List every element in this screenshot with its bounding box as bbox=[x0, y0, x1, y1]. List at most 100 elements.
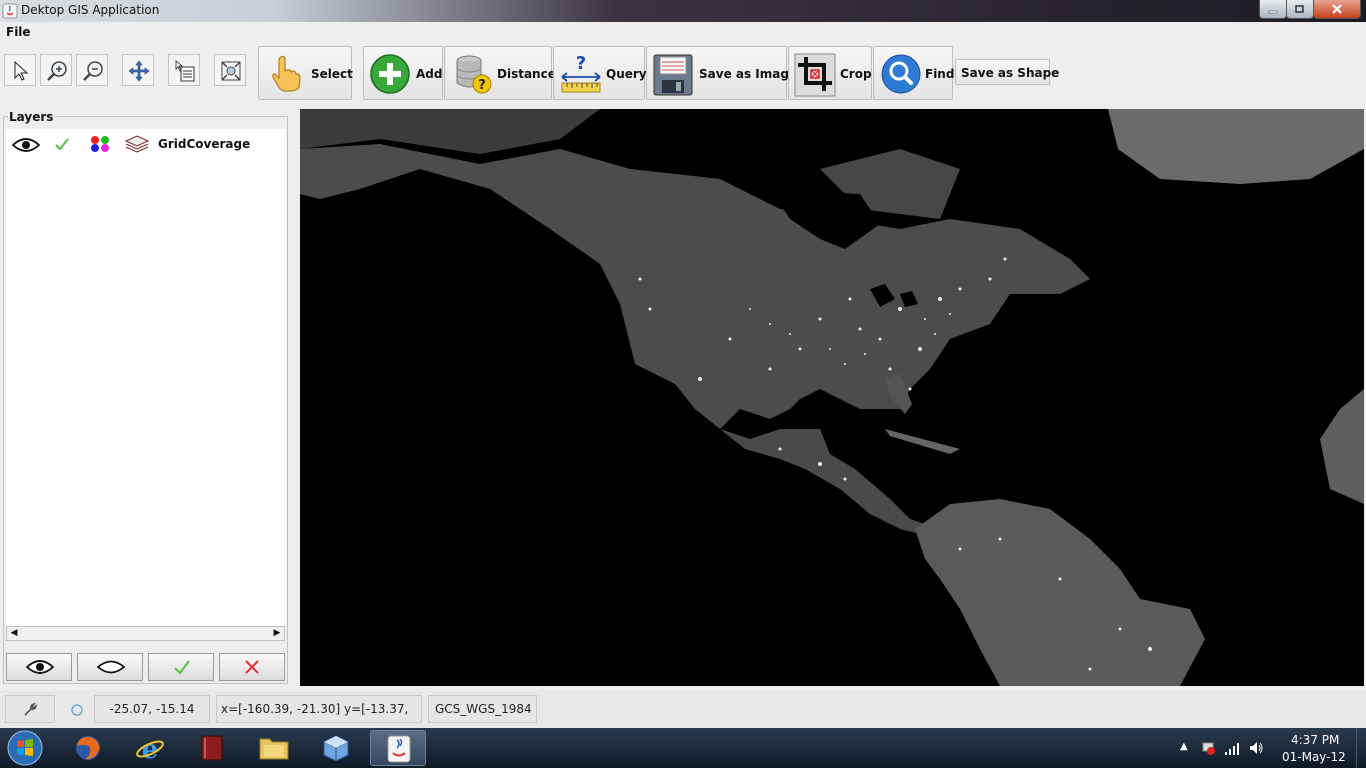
find-label: Find bbox=[925, 67, 955, 81]
book-icon bbox=[201, 735, 223, 761]
distance-button[interactable]: ? Distance bbox=[444, 46, 556, 100]
select-button[interactable]: Select bbox=[258, 46, 353, 100]
taskbar-book-app[interactable] bbox=[184, 730, 240, 766]
menu-bar: File bbox=[0, 22, 1366, 42]
show-desktop-button[interactable] bbox=[1356, 728, 1366, 768]
firefox-icon bbox=[76, 736, 100, 760]
close-button[interactable] bbox=[1313, 0, 1361, 19]
clock-date[interactable]: 01-May-12 bbox=[1282, 750, 1346, 764]
crop-label: Crop bbox=[840, 67, 872, 81]
save-as-image-button[interactable]: Save as Image bbox=[646, 46, 797, 100]
info-tool-button[interactable] bbox=[168, 54, 200, 86]
add-button[interactable]: Add bbox=[363, 46, 443, 100]
scroll-left-icon[interactable]: ◀ bbox=[8, 628, 20, 639]
layer-name: GridCoverage bbox=[158, 137, 251, 151]
add-plus-icon bbox=[370, 54, 410, 94]
taskbar-windows-explorer[interactable] bbox=[246, 730, 302, 766]
floppy-disk-icon bbox=[653, 54, 693, 96]
minimize-icon bbox=[1268, 10, 1278, 14]
map-extent: x=[-160.39, -21.30] y=[-13.37, 62.12] bbox=[216, 695, 422, 742]
add-label: Add bbox=[416, 67, 443, 81]
checkmark-icon bbox=[174, 660, 190, 675]
folder-icon bbox=[259, 738, 289, 760]
layers-panel: Layers GridCoverage ◀ ▶ bbox=[0, 108, 296, 688]
eye-icon bbox=[26, 660, 54, 674]
clock-time[interactable]: 4:37 PM bbox=[1291, 733, 1339, 747]
checkmark-icon[interactable] bbox=[54, 136, 70, 152]
restore-icon bbox=[1295, 5, 1304, 13]
title-bar: Dektop GIS Application bbox=[0, 0, 1366, 22]
menu-file[interactable]: File bbox=[6, 25, 31, 39]
settings-tool-box[interactable] bbox=[5, 695, 55, 723]
select-layer-button[interactable] bbox=[148, 653, 214, 681]
hand-pointer-icon bbox=[272, 55, 301, 92]
windows-start-icon[interactable] bbox=[4, 729, 46, 767]
cube-icon bbox=[323, 735, 349, 762]
save-as-shape-label: Save as Shape bbox=[961, 66, 1060, 80]
magnifier-search-icon bbox=[881, 54, 921, 94]
pan-icon bbox=[128, 60, 150, 82]
crop-icon bbox=[794, 53, 836, 97]
show-hidden-icons-icon[interactable]: ▲ bbox=[1180, 741, 1188, 752]
volume-icon[interactable] bbox=[1248, 740, 1264, 756]
save-as-image-label: Save as Image bbox=[699, 67, 798, 81]
hide-layer-button[interactable] bbox=[77, 653, 143, 681]
internet-explorer-icon: e bbox=[136, 735, 164, 762]
toolbar: Select Add ? Distance ? Query Save as Im… bbox=[0, 42, 1366, 104]
query-button[interactable]: ? Query bbox=[553, 46, 647, 100]
minimize-button[interactable] bbox=[1259, 0, 1287, 19]
maximize-button[interactable] bbox=[1286, 0, 1314, 19]
layer-stack-icon bbox=[124, 135, 150, 153]
database-query-icon: ? bbox=[456, 55, 492, 94]
full-extent-button[interactable] bbox=[214, 54, 246, 86]
wrench-icon bbox=[24, 702, 38, 716]
zoom-out-icon bbox=[83, 61, 103, 81]
svg-text:?: ? bbox=[576, 53, 586, 74]
svg-text:e: e bbox=[142, 735, 159, 762]
zoom-out-button[interactable] bbox=[76, 54, 108, 86]
taskbar-firefox[interactable] bbox=[60, 730, 116, 766]
scroll-right-icon[interactable]: ▶ bbox=[271, 628, 283, 639]
info-list-icon bbox=[175, 60, 195, 82]
ruler-query-icon: ? bbox=[561, 53, 601, 93]
find-button[interactable]: Find bbox=[873, 46, 955, 100]
layers-title: Layers bbox=[8, 110, 55, 124]
java-app-icon bbox=[2, 3, 18, 19]
zoom-in-icon bbox=[47, 61, 67, 81]
taskbar-virtualbox[interactable] bbox=[308, 730, 364, 766]
taskbar-internet-explorer[interactable]: e bbox=[122, 730, 178, 766]
map-canvas[interactable] bbox=[300, 109, 1364, 686]
close-icon bbox=[1332, 4, 1342, 14]
color-style-icon[interactable] bbox=[89, 135, 113, 153]
show-layer-button[interactable] bbox=[6, 653, 72, 681]
eye-visible-icon[interactable] bbox=[12, 137, 40, 153]
save-as-shape-button[interactable]: Save as Shape bbox=[955, 59, 1059, 85]
pan-button[interactable] bbox=[122, 54, 154, 86]
status-bar: -25.07, -15.14 x=[-160.39, -21.30] y=[-1… bbox=[0, 690, 1366, 742]
pointer-icon bbox=[14, 60, 29, 81]
zoom-in-button[interactable] bbox=[40, 54, 72, 86]
crs-label: GCS_WGS_1984 bbox=[428, 695, 537, 723]
signal-icon[interactable] bbox=[1224, 740, 1240, 756]
full-extent-icon bbox=[221, 61, 241, 81]
pointer-tool-button[interactable] bbox=[4, 54, 36, 86]
java-icon bbox=[387, 735, 411, 763]
red-x-icon bbox=[245, 660, 259, 674]
network-warning-icon[interactable] bbox=[1200, 740, 1216, 756]
night-lights-map-image bbox=[300, 109, 1364, 686]
svg-text:?: ? bbox=[478, 78, 486, 93]
distance-label: Distance bbox=[497, 67, 556, 81]
crosshair-icon bbox=[71, 704, 83, 716]
query-label: Query bbox=[606, 67, 647, 81]
remove-layer-button[interactable] bbox=[219, 653, 285, 681]
window-title: Dektop GIS Application bbox=[21, 3, 160, 17]
taskbar-java-app[interactable] bbox=[370, 730, 426, 766]
horizontal-scrollbar[interactable]: ◀ ▶ bbox=[6, 626, 285, 641]
taskbar: e ▲ 4:37 PM 01-May-12 bbox=[0, 728, 1366, 768]
layer-row[interactable]: GridCoverage bbox=[6, 129, 286, 159]
select-label: Select bbox=[311, 67, 353, 81]
crop-button[interactable]: Crop bbox=[788, 46, 872, 100]
layers-list: GridCoverage bbox=[6, 129, 286, 629]
cursor-coordinates: -25.07, -15.14 bbox=[94, 695, 210, 723]
eye-closed-icon bbox=[97, 660, 125, 674]
